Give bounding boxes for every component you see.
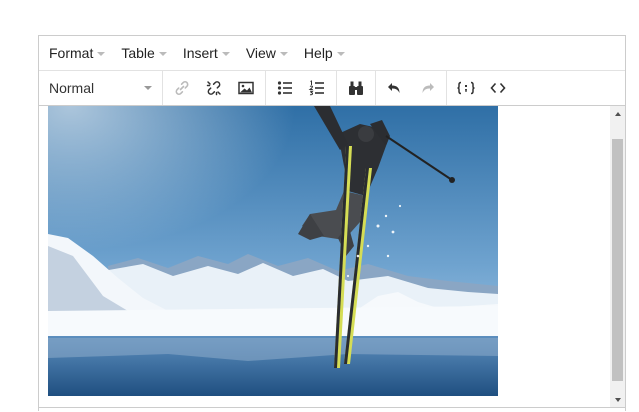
caret-down-icon <box>158 51 167 56</box>
toolbar: Normal <box>39 71 625 106</box>
menu-format[interactable]: Format <box>41 36 113 71</box>
code-block-icon <box>457 81 475 95</box>
scroll-up-arrow-icon <box>614 111 621 116</box>
find-button[interactable] <box>340 74 372 102</box>
image-icon <box>238 81 254 95</box>
undo-button[interactable] <box>379 74 411 102</box>
chevron-down-icon <box>144 86 152 90</box>
toolbar-group-code <box>447 71 517 105</box>
menu-table[interactable]: Table <box>113 36 174 71</box>
caret-down-icon <box>279 51 288 56</box>
find-icon <box>349 81 363 95</box>
toolbar-group-find <box>337 71 376 105</box>
caret-down-icon <box>336 51 345 56</box>
toolbar-group-insert <box>163 71 266 105</box>
unlink-icon <box>206 81 221 96</box>
numbered-list-button[interactable] <box>301 74 333 102</box>
scroll-up-button[interactable] <box>610 106 625 121</box>
image-button[interactable] <box>230 74 262 102</box>
menu-help[interactable]: Help <box>296 36 353 71</box>
redo-button[interactable] <box>411 74 443 102</box>
menu-help-label: Help <box>303 45 333 61</box>
menu-table-label: Table <box>121 45 155 61</box>
menu-insert-label: Insert <box>182 45 218 61</box>
format-select[interactable]: Normal <box>39 71 163 105</box>
content-divider <box>39 407 625 408</box>
toolbar-group-lists <box>266 71 337 105</box>
unlink-button[interactable] <box>198 74 230 102</box>
menu-insert[interactable]: Insert <box>175 36 238 71</box>
bulleted-list-icon <box>277 81 292 95</box>
skier-photo-image <box>48 106 498 396</box>
menu-format-label: Format <box>49 45 94 61</box>
bulleted-list-button[interactable] <box>269 74 301 102</box>
scroll-down-button[interactable] <box>610 392 625 407</box>
link-button[interactable] <box>166 74 198 102</box>
caret-down-icon <box>221 51 230 56</box>
menubar: Format Table Insert View Help <box>39 36 625 71</box>
numbered-list-icon <box>308 80 324 96</box>
editor-content[interactable] <box>39 106 625 412</box>
scroll-down-arrow-icon <box>614 397 621 402</box>
scrollbar-thumb[interactable] <box>612 139 623 381</box>
menu-view[interactable]: View <box>238 36 296 71</box>
rich-text-editor: Format Table Insert View Help Normal <box>38 35 626 412</box>
code-block-button[interactable] <box>450 74 482 102</box>
link-icon <box>175 81 189 95</box>
source-code-button[interactable] <box>482 74 514 102</box>
redo-icon <box>422 83 434 93</box>
undo-icon <box>388 83 400 93</box>
toolbar-group-history <box>376 71 447 105</box>
embedded-photo[interactable] <box>48 106 498 396</box>
menu-view-label: View <box>245 45 276 61</box>
source-code-icon <box>490 82 506 94</box>
format-select-value: Normal <box>49 80 95 96</box>
vertical-scrollbar[interactable] <box>610 106 625 407</box>
caret-down-icon <box>97 51 106 56</box>
